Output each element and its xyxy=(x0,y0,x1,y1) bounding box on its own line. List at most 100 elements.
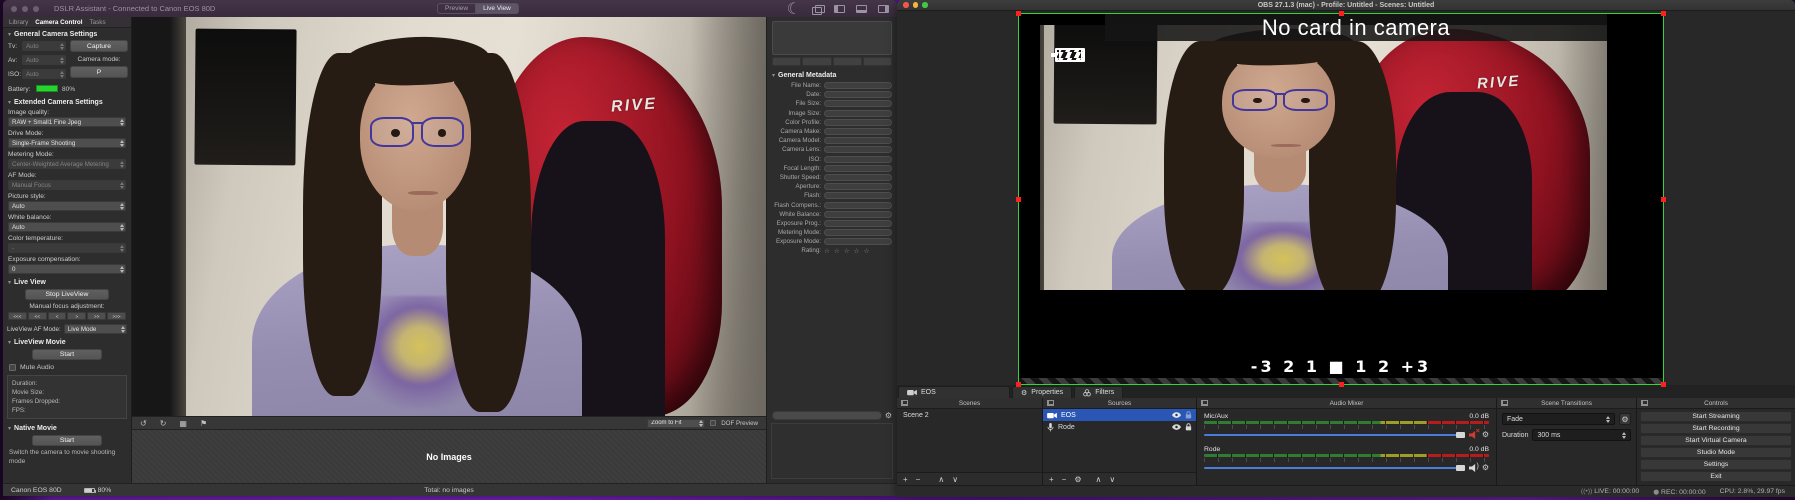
tab-library[interactable]: Library xyxy=(9,19,28,26)
dark-mode-icon[interactable]: ☾ xyxy=(787,0,801,18)
add-scene-button[interactable]: + xyxy=(903,475,908,484)
setting-dropdown[interactable]: - xyxy=(8,243,126,253)
channel-button[interactable] xyxy=(772,57,801,66)
transition-gear-button[interactable]: ⚙ xyxy=(1619,413,1631,425)
native-movie-start-button[interactable]: Start xyxy=(32,435,102,446)
lock-icon[interactable] xyxy=(1185,411,1192,419)
setting-dropdown[interactable]: Single-Frame Shooting xyxy=(8,138,126,148)
control-button[interactable]: Start Streaming xyxy=(1640,411,1792,422)
channel-button[interactable] xyxy=(863,57,892,66)
toggle-left-panel-icon[interactable] xyxy=(834,5,845,13)
volume-slider-handle[interactable] xyxy=(1456,465,1465,471)
toggle-right-panel-icon[interactable] xyxy=(878,5,889,13)
minimize-button[interactable] xyxy=(22,6,28,12)
channel-button[interactable] xyxy=(833,57,862,66)
popout-icon[interactable] xyxy=(901,400,908,406)
setting-dropdown[interactable]: Manual Focus xyxy=(8,180,126,190)
speaker-icon[interactable] xyxy=(1469,464,1478,472)
resize-handle[interactable] xyxy=(1339,11,1344,16)
capture-button[interactable]: Capture xyxy=(70,40,128,52)
liveview-movie-start-button[interactable]: Start xyxy=(32,349,102,360)
focus-step-button[interactable]: <<< xyxy=(8,312,27,320)
resize-handle[interactable] xyxy=(1661,11,1666,16)
transition-type-select[interactable]: Fade xyxy=(1502,413,1615,425)
popout-icon[interactable] xyxy=(1201,400,1208,406)
duration-stepper[interactable] xyxy=(1622,432,1626,439)
highlight-warning-icon[interactable]: ⚑ xyxy=(200,419,207,428)
setting-dropdown[interactable]: RAW + Small1 Fine Jpeg xyxy=(8,117,126,127)
tab-camera-control[interactable]: Camera Control xyxy=(35,19,82,26)
preview-tab[interactable]: Preview xyxy=(437,3,475,14)
resize-handle[interactable] xyxy=(1661,197,1666,202)
source-properties-button[interactable]: ⚙ xyxy=(1074,475,1081,484)
general-metadata-header[interactable]: ▾ General Metadata xyxy=(767,69,897,81)
dof-preview-checkbox[interactable] xyxy=(710,420,716,426)
control-button[interactable]: Exit xyxy=(1640,471,1792,482)
zoom-button[interactable] xyxy=(33,6,39,12)
liveview-tab[interactable]: Live View xyxy=(475,3,519,14)
visibility-eye-icon[interactable] xyxy=(1172,412,1181,418)
resize-handle[interactable] xyxy=(1016,11,1021,16)
volume-slider-handle[interactable] xyxy=(1456,432,1465,438)
mute-speaker-icon[interactable] xyxy=(1469,431,1478,439)
source-row-eos[interactable]: EOS xyxy=(1043,409,1196,421)
rating-stars[interactable]: ☆ ☆ ☆ ☆ ☆ xyxy=(824,247,870,255)
camera-mode-button[interactable]: P xyxy=(70,66,128,78)
rotate-right-icon[interactable]: ↻ xyxy=(160,419,167,428)
control-button[interactable]: Settings xyxy=(1640,459,1792,470)
toggle-bottom-panel-icon[interactable] xyxy=(856,5,867,13)
control-button[interactable]: Studio Mode xyxy=(1640,447,1792,458)
dual-window-icon[interactable] xyxy=(812,5,823,13)
lock-icon[interactable] xyxy=(1185,423,1192,431)
popout-icon[interactable] xyxy=(1047,400,1054,406)
live-view-header[interactable]: ▾ Live View xyxy=(3,276,131,288)
duration-input[interactable]: 300 ms xyxy=(1532,429,1631,441)
zoom-dropdown[interactable]: Zoom to Fit xyxy=(647,419,705,428)
tab-filters[interactable]: Filters xyxy=(1074,386,1123,398)
iso-dropdown[interactable]: Auto xyxy=(22,69,66,79)
tab-tasks[interactable]: Tasks xyxy=(90,19,106,26)
av-dropdown[interactable]: Auto xyxy=(22,55,66,65)
rotate-left-icon[interactable]: ↺ xyxy=(140,419,147,428)
move-source-down-button[interactable]: ∨ xyxy=(1109,475,1115,484)
gear-icon[interactable]: ⚙ xyxy=(1482,464,1489,472)
general-camera-settings-header[interactable]: ▾ General Camera Settings xyxy=(3,28,131,40)
control-button[interactable]: Start Virtual Camera xyxy=(1640,435,1792,446)
channel-button[interactable] xyxy=(802,57,831,66)
gear-icon[interactable]: ⚙ xyxy=(885,411,892,420)
resize-handle[interactable] xyxy=(1016,382,1021,387)
resize-handle[interactable] xyxy=(1661,382,1666,387)
popout-icon[interactable] xyxy=(1501,400,1508,406)
grid-overlay-icon[interactable]: ▦ xyxy=(179,419,187,428)
setting-dropdown[interactable]: Auto xyxy=(8,222,126,232)
move-source-up-button[interactable]: ∧ xyxy=(1096,475,1102,484)
tab-properties[interactable]: ⚙ Properties xyxy=(1012,386,1072,398)
stop-liveview-button[interactable]: Stop LiveView xyxy=(25,289,109,300)
mute-audio-checkbox[interactable] xyxy=(9,364,16,371)
selected-video-source[interactable]: RIVE No card in camera -3 2 xyxy=(1019,14,1663,384)
move-scene-down-button[interactable]: ∨ xyxy=(952,475,958,484)
native-movie-header[interactable]: ▾ Native Movie xyxy=(3,422,131,434)
tab-eos-properties[interactable]: EOS xyxy=(898,386,1010,398)
visibility-eye-icon[interactable] xyxy=(1172,424,1181,430)
remove-scene-button[interactable]: − xyxy=(916,475,921,484)
popout-icon[interactable] xyxy=(1641,400,1648,406)
scene-list-item[interactable]: Scene 2 xyxy=(897,409,1042,422)
setting-dropdown[interactable]: Center-Weighted Average Metering xyxy=(8,159,126,169)
tv-dropdown[interactable]: Auto xyxy=(22,41,66,51)
focus-step-button[interactable]: << xyxy=(28,312,47,320)
close-button[interactable] xyxy=(11,6,17,12)
source-row-rode[interactable]: Rode xyxy=(1043,421,1196,433)
volume-slider[interactable] xyxy=(1204,434,1465,436)
liveview-movie-header[interactable]: ▾ LiveView Movie xyxy=(3,336,131,348)
focus-step-button[interactable]: > xyxy=(67,312,86,320)
setting-dropdown[interactable]: Auto xyxy=(8,201,126,211)
control-button[interactable]: Start Recording xyxy=(1640,423,1792,434)
extended-camera-settings-header[interactable]: ▾ Extended Camera Settings xyxy=(3,96,131,108)
search-input[interactable] xyxy=(772,411,882,420)
setting-dropdown[interactable]: 0 xyxy=(8,264,126,274)
add-source-button[interactable]: + xyxy=(1049,475,1054,484)
focus-step-button[interactable]: < xyxy=(48,312,67,320)
liveview-af-dropdown[interactable]: Live Mode xyxy=(64,324,127,334)
focus-step-button[interactable]: >> xyxy=(87,312,106,320)
